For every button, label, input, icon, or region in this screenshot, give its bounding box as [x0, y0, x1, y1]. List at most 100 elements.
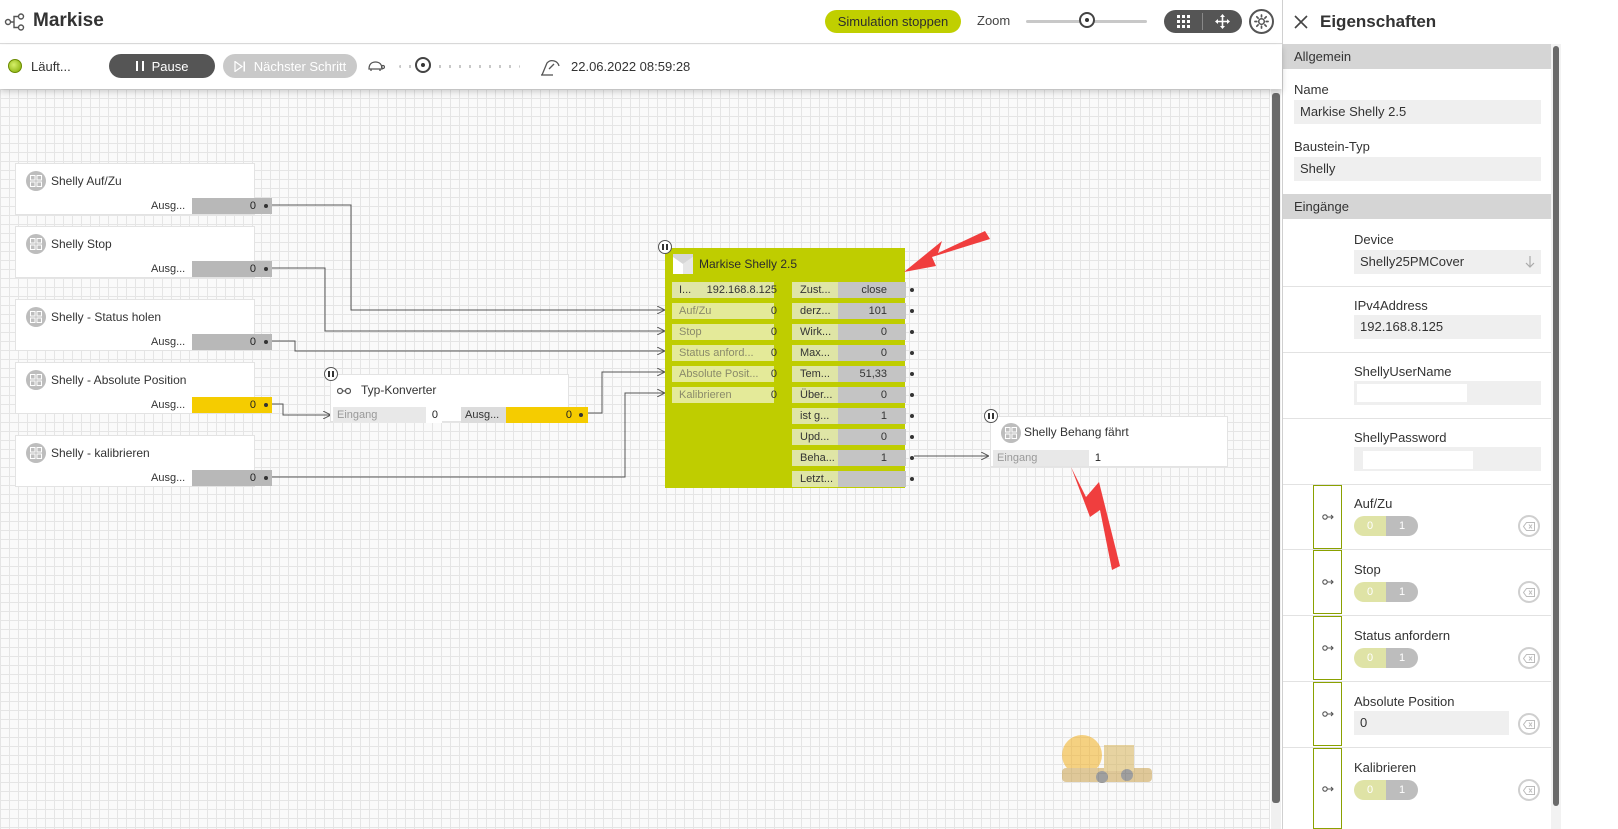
toggle-stop[interactable]: 0 1: [1354, 582, 1418, 602]
markise-output-label: derz...: [792, 303, 838, 319]
toggle-on[interactable]: 1: [1386, 582, 1418, 602]
grid-view-button[interactable]: [1164, 10, 1203, 33]
ipv4-field[interactable]: 192.168.8.125: [1354, 315, 1541, 339]
markise-output-label: Upd...: [792, 429, 838, 445]
node-shelly-kalibrieren[interactable]: Shelly - kalibrieren Ausg... 0: [15, 435, 272, 487]
markise-output-label: Max...: [792, 345, 838, 361]
output-port-label: Ausg...: [147, 198, 192, 214]
panel-header: Eigenschaften: [1283, 0, 1563, 44]
input-connector-box[interactable]: [1313, 748, 1342, 829]
abs-pos-field[interactable]: 0: [1354, 711, 1509, 735]
input-connector-box[interactable]: [1313, 616, 1342, 680]
move-view-button[interactable]: [1203, 10, 1242, 33]
output-port-connector[interactable]: [910, 351, 914, 355]
node-shelly-status-holen[interactable]: Shelly - Status holen Ausg... 0: [15, 299, 272, 351]
next-step-button[interactable]: Nächster Schritt: [223, 54, 357, 78]
output-port-value[interactable]: 0: [192, 198, 272, 214]
markise-output-value[interactable]: 51,33: [838, 366, 906, 382]
markise-output-value[interactable]: [838, 471, 906, 487]
close-icon[interactable]: [1294, 15, 1308, 29]
node-shelly-absolute-position[interactable]: Shelly - Absolute Position Ausg... 0: [15, 362, 272, 414]
output-port-connector[interactable]: [579, 413, 583, 417]
toggle-auf-zu[interactable]: 0 1: [1354, 516, 1418, 536]
output-port-value[interactable]: 0: [192, 470, 272, 486]
node-typ-konverter[interactable]: Typ-Konverter Eingang 0 Ausg... 0: [330, 374, 588, 423]
toggle-on[interactable]: 1: [1386, 780, 1418, 800]
stop-simulation-button[interactable]: Simulation stoppen: [825, 10, 961, 33]
clear-input-button[interactable]: [1518, 779, 1540, 801]
node-pause-badge[interactable]: [658, 240, 672, 254]
output-port-connector[interactable]: [910, 309, 914, 313]
speed-slider-handle[interactable]: [415, 57, 432, 73]
toggle-off[interactable]: 0: [1354, 516, 1386, 536]
output-port-connector[interactable]: [910, 330, 914, 334]
panel-scrollbar[interactable]: [1551, 44, 1561, 829]
clear-input-button[interactable]: [1518, 515, 1540, 537]
markise-output-value[interactable]: 0: [838, 429, 906, 445]
output-port-value[interactable]: 0: [192, 397, 272, 413]
section-general: Allgemein: [1283, 44, 1551, 69]
password-input[interactable]: [1363, 451, 1473, 469]
markise-output-value[interactable]: 0: [838, 345, 906, 361]
output-port-value[interactable]: 0: [506, 407, 588, 423]
output-port-value[interactable]: 0: [192, 334, 272, 350]
scrollbar-thumb[interactable]: [1553, 46, 1559, 806]
clear-input-button[interactable]: [1518, 713, 1540, 735]
node-pause-badge[interactable]: [984, 409, 998, 423]
node-shelly-auf-zu[interactable]: Shelly Auf/Zu Ausg... 0: [15, 163, 272, 215]
output-port-connector[interactable]: [910, 393, 914, 397]
connect-input-icon: [1321, 514, 1334, 520]
zoom-slider-handle[interactable]: [1078, 12, 1095, 28]
node-shelly-stop[interactable]: Shelly Stop Ausg... 0: [15, 226, 272, 278]
toggle-kalibrieren[interactable]: 0 1: [1354, 780, 1418, 800]
output-port-connector[interactable]: [264, 267, 268, 271]
markise-output-value[interactable]: 101: [838, 303, 906, 319]
toggle-on[interactable]: 1: [1386, 648, 1418, 668]
input-port-label: Eingang: [333, 407, 426, 423]
pause-button-label: Pause: [151, 58, 189, 74]
output-port-connector[interactable]: [910, 456, 914, 460]
output-port-connector[interactable]: [910, 477, 914, 481]
output-port-connector[interactable]: [910, 372, 914, 376]
logic-canvas[interactable]: Shelly Auf/Zu Ausg... 0 Shelly Stop Ausg…: [0, 89, 1270, 829]
output-port-value[interactable]: 0: [192, 261, 272, 277]
output-port-connector[interactable]: [910, 435, 914, 439]
backspace-icon: [1523, 587, 1535, 597]
output-port-connector[interactable]: [910, 288, 914, 292]
output-port-connector[interactable]: [264, 340, 268, 344]
output-port-connector[interactable]: [264, 403, 268, 407]
output-port-label: Ausg...: [147, 397, 192, 413]
output-port-connector[interactable]: [910, 414, 914, 418]
markise-output-value[interactable]: 0: [838, 324, 906, 340]
input-connector-box[interactable]: [1313, 550, 1342, 614]
node-shelly-behang[interactable]: Shelly Behang fährt Eingang 1: [990, 416, 1228, 467]
scrollbar-thumb[interactable]: [1272, 93, 1280, 803]
clear-input-button[interactable]: [1518, 581, 1540, 603]
device-select[interactable]: Shelly25PMCover: [1354, 250, 1541, 274]
markise-output-value[interactable]: close: [838, 282, 906, 298]
markise-input-value: 192.168.8.125: [706, 284, 777, 296]
node-title: Shelly - Absolute Position: [51, 373, 187, 387]
toggle-off[interactable]: 0: [1354, 648, 1386, 668]
output-port-connector[interactable]: [264, 204, 268, 208]
toggle-status-anfordern[interactable]: 0 1: [1354, 648, 1418, 668]
input-connector-box[interactable]: [1313, 682, 1342, 746]
settings-button[interactable]: [1249, 9, 1274, 34]
canvas-vertical-scrollbar[interactable]: [1271, 89, 1281, 829]
clear-input-button[interactable]: [1518, 647, 1540, 669]
markise-output-value[interactable]: 0: [838, 387, 906, 403]
username-input[interactable]: [1357, 384, 1467, 402]
markise-output-value[interactable]: 1: [838, 408, 906, 424]
node-markise-shelly[interactable]: Markise Shelly 2.5 I... 192.168.8.125 Auf/…: [665, 248, 914, 488]
markise-output-value[interactable]: 1: [838, 450, 906, 466]
name-field[interactable]: Markise Shelly 2.5: [1294, 100, 1541, 124]
markise-output-label: Beha...: [792, 450, 838, 466]
pause-button[interactable]: Pause: [109, 54, 215, 78]
markise-output-label: Zust...: [792, 282, 838, 298]
toggle-off[interactable]: 0: [1354, 582, 1386, 602]
toggle-on[interactable]: 1: [1386, 516, 1418, 536]
input-connector-box[interactable]: [1313, 485, 1342, 549]
node-pause-badge[interactable]: [324, 367, 338, 381]
toggle-off[interactable]: 0: [1354, 780, 1386, 800]
output-port-connector[interactable]: [264, 476, 268, 480]
